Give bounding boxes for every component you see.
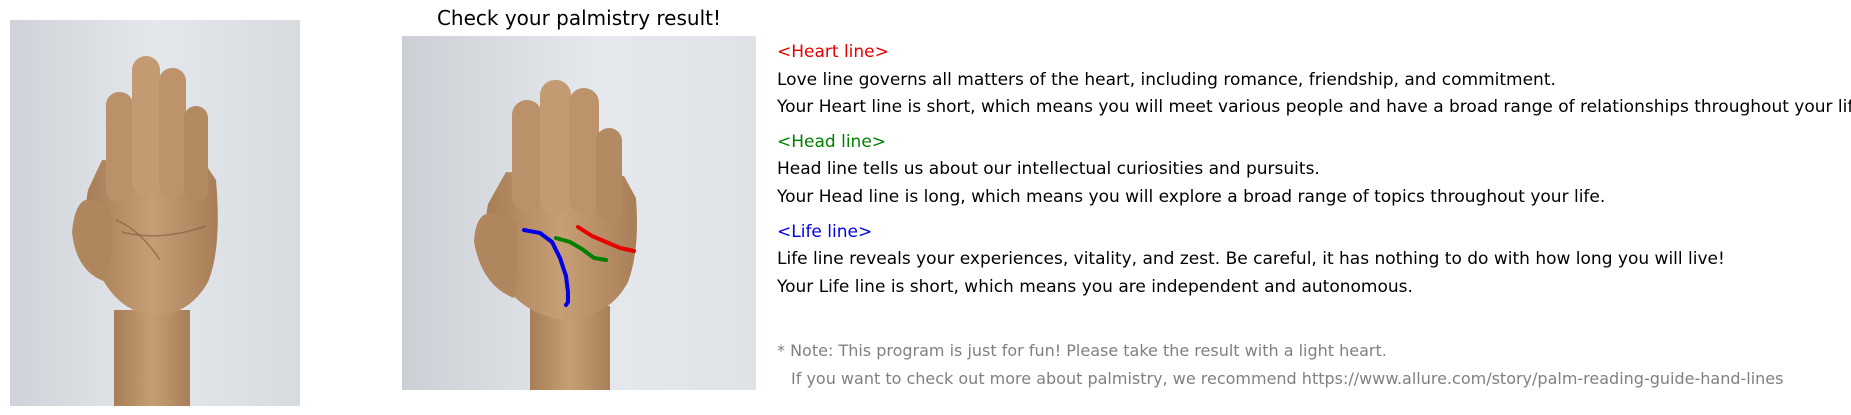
note-reference: If you want to check out more about palm… bbox=[791, 369, 1784, 388]
annotated-hand-image bbox=[402, 36, 756, 390]
head-line-result: Your Head line is long, which means you … bbox=[777, 187, 1606, 207]
life-line-result: Your Life line is short, which means you… bbox=[777, 277, 1413, 297]
heart-line-description: Love line governs all matters of the hea… bbox=[777, 70, 1556, 90]
life-line-description: Life line reveals your experiences, vita… bbox=[777, 249, 1725, 269]
heart-line-heading: <Heart line> bbox=[777, 42, 889, 62]
note-disclaimer: * Note: This program is just for fun! Pl… bbox=[777, 341, 1387, 360]
head-line-description: Head line tells us about our intellectua… bbox=[777, 159, 1320, 179]
life-line-heading: <Life line> bbox=[777, 222, 873, 242]
heart-line-result: Your Heart line is short, which means yo… bbox=[777, 97, 1851, 117]
head-line-heading: <Head line> bbox=[777, 132, 887, 152]
original-hand-image bbox=[10, 20, 300, 406]
page-title: Check your palmistry result! bbox=[436, 6, 722, 30]
